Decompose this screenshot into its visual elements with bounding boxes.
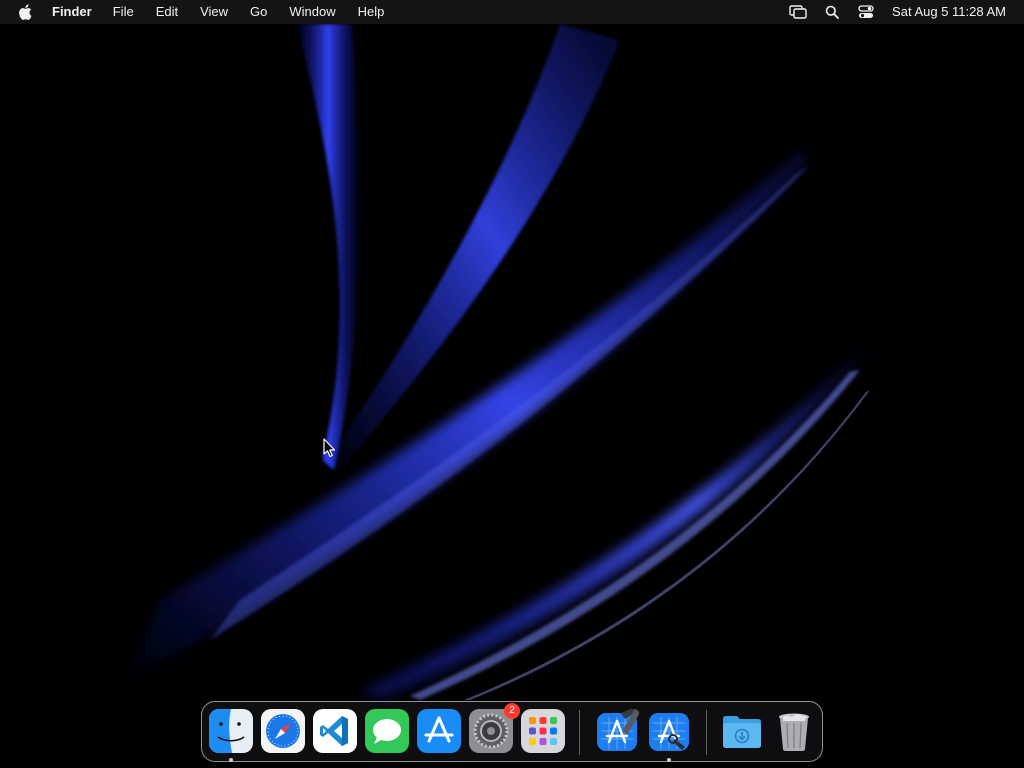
wallpaper — [0, 0, 1024, 768]
dock-xcode[interactable] — [595, 709, 639, 753]
menu-help[interactable]: Help — [358, 0, 385, 24]
menu-edit[interactable]: Edit — [156, 0, 178, 24]
running-indicator — [229, 758, 233, 762]
dock: 2 — [201, 701, 823, 762]
dock-messages[interactable] — [365, 709, 409, 753]
safari-icon — [261, 709, 305, 753]
dock-separator — [706, 710, 707, 755]
menu-view[interactable]: View — [200, 0, 228, 24]
messages-icon — [365, 709, 409, 753]
menu-bar-left: Finder File Edit View Go Window Help — [0, 0, 406, 24]
dock-safari[interactable] — [261, 709, 305, 753]
xcode-instruments-icon — [649, 713, 689, 751]
menu-bar-status: Sat Aug 5 11:28 AM — [774, 0, 1006, 24]
dock-separator — [579, 710, 580, 755]
menu-window[interactable]: Window — [289, 0, 335, 24]
dock-downloads-folder[interactable] — [720, 709, 764, 753]
menu-bar: Finder File Edit View Go Window Help Sat… — [0, 0, 1024, 24]
dock-finder[interactable] — [209, 709, 253, 762]
dock-vscode[interactable] — [313, 709, 357, 753]
menu-app-finder[interactable]: Finder — [52, 0, 92, 24]
downloads-folder-icon — [723, 716, 761, 748]
xcode-icon — [597, 709, 639, 751]
mouse-pointer-icon — [323, 438, 336, 458]
dock-app-store[interactable] — [417, 709, 461, 753]
dock-system-settings[interactable]: 2 — [469, 703, 520, 753]
spotlight-search-icon[interactable] — [822, 2, 842, 22]
screen-mirroring-icon[interactable] — [788, 2, 808, 22]
notification-badge: 2 — [504, 703, 520, 719]
menu-file[interactable]: File — [113, 0, 134, 24]
launchpad-icon — [521, 709, 565, 753]
control-center-icon[interactable] — [856, 2, 876, 22]
finder-icon — [209, 709, 253, 753]
trash-icon — [779, 713, 809, 751]
dock-xcode-instruments[interactable] — [647, 709, 691, 762]
vscode-icon — [313, 709, 357, 753]
dock-launchpad[interactable] — [521, 709, 565, 753]
menu-bar-clock[interactable]: Sat Aug 5 11:28 AM — [892, 0, 1006, 24]
apple-logo-icon[interactable] — [18, 3, 34, 21]
desktop[interactable]: Finder File Edit View Go Window Help Sat… — [0, 0, 1024, 768]
running-indicator — [667, 758, 671, 762]
app-store-icon — [417, 709, 461, 753]
menu-go[interactable]: Go — [250, 0, 267, 24]
dock-trash[interactable] — [772, 709, 816, 753]
